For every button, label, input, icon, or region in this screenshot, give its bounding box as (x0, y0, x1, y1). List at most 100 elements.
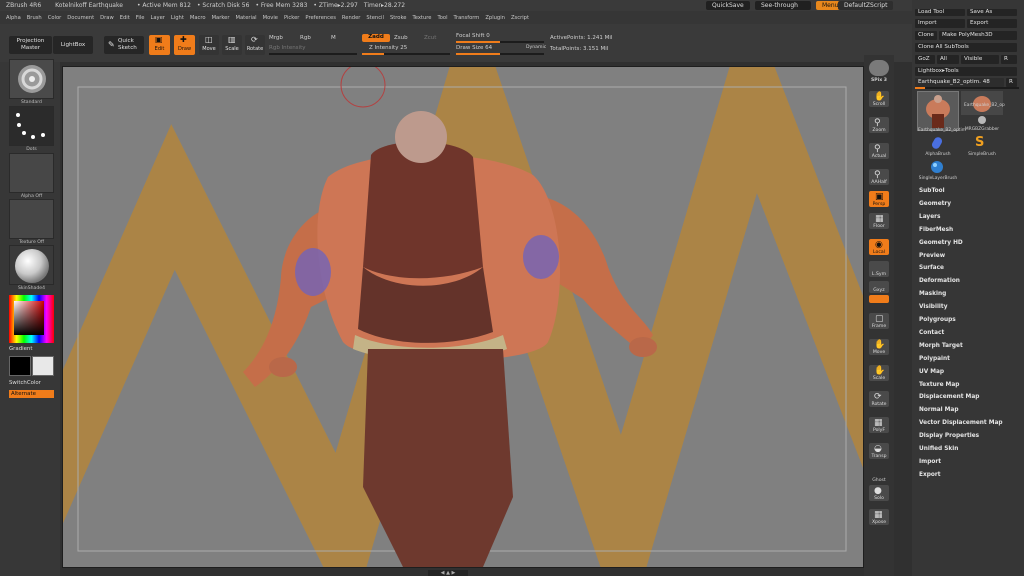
menu-color[interactable]: Color (48, 15, 62, 21)
main-color-swatch[interactable] (9, 356, 31, 376)
goz-r-button[interactable]: R (1001, 55, 1017, 64)
singlelayerbrush-icon[interactable] (930, 160, 944, 174)
menu-brush[interactable]: Brush (27, 15, 42, 21)
submenu-displacement-map[interactable]: Displacement Map (919, 394, 979, 400)
menu-zscript[interactable]: Zscript (511, 15, 529, 21)
menu-alpha[interactable]: Alpha (6, 15, 21, 21)
zadd-toggle[interactable]: Zadd (362, 34, 390, 42)
solo-button[interactable]: ● Solo (869, 485, 889, 501)
submenu-normal-map[interactable]: Normal Map (919, 407, 958, 413)
scroll-button[interactable]: ✋ Scroll (869, 91, 889, 107)
goz-all-button[interactable]: All (937, 55, 959, 64)
menu-macro[interactable]: Macro (190, 15, 206, 21)
submenu-contact[interactable]: Contact (919, 330, 944, 336)
stroke-thumbnail[interactable] (9, 106, 54, 146)
load-tool-button[interactable]: Load Tool (915, 9, 965, 16)
clone-button[interactable]: Clone (915, 31, 937, 40)
aahalf-button[interactable]: ⚲ AAHalf (869, 169, 889, 185)
z-intensity-slider[interactable]: Z Intensity 25 (369, 45, 407, 51)
gradient-label[interactable]: Gradient (9, 346, 32, 352)
submenu-subtool[interactable]: SubTool (919, 188, 945, 194)
xpose-button[interactable]: ▦ Xpose (869, 509, 889, 525)
floor-button[interactable]: ▦ Floor (869, 213, 889, 229)
clone-all-subtools-button[interactable]: Clone All SubTools (915, 43, 1017, 52)
submenu-vector-displacement-map[interactable]: Vector Displacement Map (919, 420, 1003, 426)
actual-button[interactable]: ⚲ Actual (869, 143, 889, 159)
frame-button[interactable]: ▢ Frame (869, 313, 889, 329)
save-as-button[interactable]: Save As (967, 9, 1017, 16)
rotate-button[interactable]: ⟳ Rotate (245, 35, 265, 55)
goz-button[interactable]: GoZ (915, 55, 935, 64)
transp-button[interactable]: ◒ Transp (869, 443, 889, 459)
submenu-display-properties[interactable]: Display Properties (919, 433, 979, 439)
submenu-deformation[interactable]: Deformation (919, 278, 960, 284)
material-thumbnail[interactable] (9, 245, 54, 285)
menu-layer[interactable]: Layer (150, 15, 164, 21)
menu-movie[interactable]: Movie (263, 15, 278, 21)
import-tool-button[interactable]: Import (915, 19, 965, 28)
rotation-axis-button[interactable] (869, 295, 889, 303)
alternate-button[interactable]: Alternate (9, 390, 54, 398)
submenu-layers[interactable]: Layers (919, 214, 940, 220)
color-picker[interactable] (9, 295, 54, 343)
spix-slider[interactable]: SPix 3 (864, 78, 894, 83)
lightbox-button[interactable]: LightBox (53, 36, 93, 54)
brush-thumbnail[interactable] (9, 59, 54, 99)
move-button[interactable]: ◫ Move (199, 35, 219, 55)
rgb-intensity-slider[interactable]: Rgb Intensity (269, 45, 306, 51)
current-tool-slider[interactable]: Earthquake_B2_optim. 48 (915, 78, 1004, 87)
menu-preferences[interactable]: Preferences (305, 15, 336, 21)
local-button[interactable]: ◉ Local (869, 239, 889, 255)
submenu-unified-skin[interactable]: Unified Skin (919, 446, 958, 452)
submenu-surface[interactable]: Surface (919, 265, 944, 271)
document-canvas[interactable] (63, 67, 864, 568)
submenu-fibermesh[interactable]: FiberMesh (919, 227, 953, 233)
dynamic-toggle[interactable]: Dynamic (526, 45, 546, 50)
menu-tool[interactable]: Tool (437, 15, 447, 21)
mrgb-toggle[interactable]: Mrgb (269, 35, 283, 41)
menu-picker[interactable]: Picker (284, 15, 299, 21)
xyz-button[interactable]: Gxyz (869, 281, 889, 293)
menu-stencil[interactable]: Stencil (366, 15, 384, 21)
zcut-toggle[interactable]: Zcut (424, 35, 436, 41)
alpha-thumbnail[interactable] (9, 153, 54, 193)
menu-transform[interactable]: Transform (454, 15, 480, 21)
submenu-masking[interactable]: Masking (919, 291, 946, 297)
menu-draw[interactable]: Draw (100, 15, 114, 21)
submenu-polypaint[interactable]: Polypaint (919, 356, 950, 362)
mrgbzgrabber-icon[interactable] (976, 114, 988, 126)
goz-visible-button[interactable]: Visible (961, 55, 999, 64)
menu-render[interactable]: Render (342, 15, 360, 21)
menu-marker[interactable]: Marker (212, 15, 230, 21)
menu-texture[interactable]: Texture (412, 15, 431, 21)
canvas-viewport[interactable] (62, 66, 864, 568)
switchcolor-button[interactable]: SwitchColor (9, 380, 41, 386)
rotate-view-button[interactable]: ⟳ Rotate (869, 391, 889, 407)
alphabrush-icon[interactable] (930, 136, 944, 150)
zoom-button[interactable]: ⚲ Zoom (869, 117, 889, 133)
submenu-preview[interactable]: Preview (919, 253, 945, 259)
menu-light[interactable]: Light (171, 15, 184, 21)
m-toggle[interactable]: M (331, 35, 336, 41)
tool-thumb-earthquake[interactable] (917, 91, 959, 131)
submenu-geometry[interactable]: Geometry (919, 201, 951, 207)
draw-size-slider[interactable]: Draw Size 64 (456, 45, 492, 51)
quick-sketch-button[interactable]: ✎ Quick Sketch (104, 36, 144, 54)
persp-button[interactable]: ▣ Persp (869, 191, 889, 207)
see-through-slider[interactable]: See-through 0 (755, 1, 811, 18)
edit-button[interactable]: ▣ Edit (149, 35, 170, 55)
menu-edit[interactable]: Edit (120, 15, 130, 21)
projection-master-button[interactable]: Projection Master (9, 36, 52, 54)
submenu-uv-map[interactable]: UV Map (919, 369, 944, 375)
menu-file[interactable]: File (136, 15, 145, 21)
current-tool-r-button[interactable]: R (1006, 78, 1017, 87)
quicksave-button[interactable]: QuickSave (706, 1, 750, 10)
menu-stroke[interactable]: Stroke (390, 15, 407, 21)
lightbox-tools-button[interactable]: Lightbox▸Tools (915, 67, 1017, 76)
menu-material[interactable]: Material (236, 15, 257, 21)
texture-thumbnail[interactable] (9, 199, 54, 239)
submenu-geometry-hd[interactable]: Geometry HD (919, 240, 963, 246)
submenu-polygroups[interactable]: Polygroups (919, 317, 956, 323)
submenu-visibility[interactable]: Visibility (919, 304, 947, 310)
submenu-texture-map[interactable]: Texture Map (919, 382, 959, 388)
